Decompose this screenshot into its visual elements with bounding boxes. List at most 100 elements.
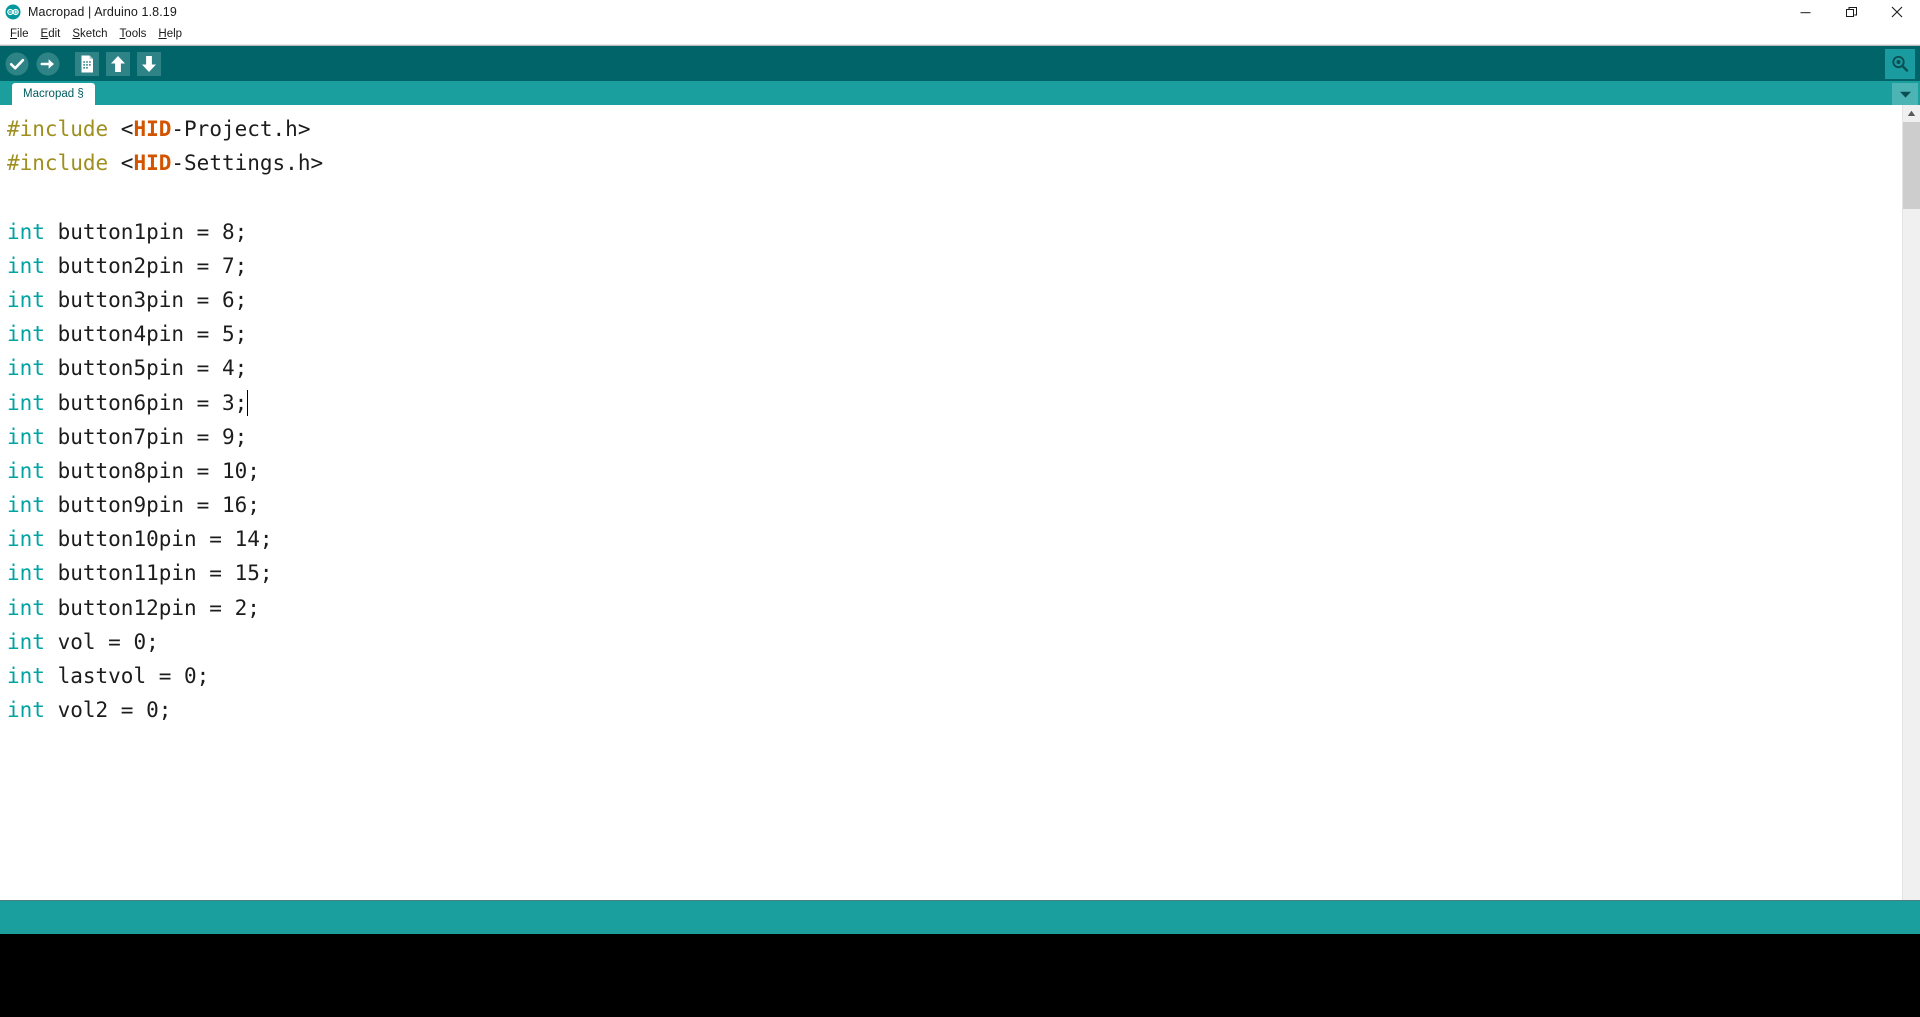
code-token: button9pin = 16; [44,493,260,518]
code-token: button8pin = 10; [44,458,260,483]
code-token: int [7,322,45,347]
code-line: int button4pin = 5; [7,317,1902,351]
verify-button[interactable] [3,50,31,78]
menu-item-edit[interactable]: Edit [35,25,67,44]
code-line: int button8pin = 10; [7,454,1902,488]
menu-tools-rest: ools [125,27,147,40]
scroll-track[interactable] [1903,122,1920,900]
arduino-ide-window: Macropad | Arduino 1.8.19 File Edit Sket… [0,0,1920,1017]
code-token: button5pin = 4; [44,356,248,381]
editor-area: #include <HID-Project.h> #include <HID-Se… [0,105,1920,900]
code-line: int button3pin = 6; [7,283,1902,317]
code-line: int lastvol = 0; [7,659,1902,693]
code-token: int [7,595,45,620]
code-token: HID [133,117,172,141]
window-controls [1782,0,1920,24]
upload-button[interactable] [34,50,62,78]
code-token: button2pin = 7; [44,253,248,278]
tab-menu-button[interactable] [1892,83,1918,105]
code-token: < [120,151,134,176]
serial-monitor-button[interactable] [1885,48,1915,79]
code-token: int [7,458,45,483]
text-cursor [247,389,249,416]
code-token: int [7,561,45,586]
code-token: button11pin = 15; [44,561,273,586]
status-bar [0,900,1920,934]
console-footer [0,997,1920,1017]
chevron-down-icon [1899,91,1911,98]
code-token: button7pin = 9; [44,424,248,449]
tab-macropad[interactable]: Macropad § [12,83,95,105]
scroll-thumb[interactable] [1903,122,1920,209]
tab-label: Macropad § [23,88,84,100]
code-token: int [7,287,45,312]
title-bar: Macropad | Arduino 1.8.19 [0,0,1920,24]
code-token: vol2 = 0; [44,698,172,723]
code-token: button12pin = 2; [44,595,260,620]
open-button[interactable] [104,50,132,78]
window-title: Macropad | Arduino 1.8.19 [28,5,177,19]
code-token: #include [7,117,121,141]
code-line: #include <HID-Project.h> [7,112,1902,146]
code-token: -Settings.h> [171,151,324,176]
code-line: int button6pin = 3; [7,386,1902,420]
code-line: int button12pin = 2; [7,591,1902,625]
code-token: vol = 0; [44,629,159,654]
code-token: button6pin = 3; [44,390,248,415]
code-line: int vol2 = 0; [7,693,1902,727]
close-button[interactable] [1874,0,1920,24]
scroll-up-button[interactable] [1903,105,1920,122]
console-output[interactable] [0,934,1920,997]
code-token: int [7,424,45,449]
code-editor[interactable]: #include <HID-Project.h> #include <HID-Se… [0,105,1902,900]
code-token: int [7,493,45,518]
new-document-icon [75,51,99,76]
code-token: -Project.h> [171,117,311,141]
code-token: button10pin = 14; [44,527,273,552]
code-line: int button7pin = 9; [7,420,1902,454]
menu-item-help[interactable]: Help [152,25,188,44]
toolbar [0,45,1920,81]
new-button[interactable] [73,50,101,78]
save-button[interactable] [135,50,163,78]
code-token: int [7,390,45,415]
code-line: int button10pin = 14; [7,522,1902,556]
menu-sketch-rest: ketch [80,27,108,40]
code-token: int [7,253,45,278]
menu-item-tools[interactable]: Tools [114,25,153,44]
menu-edit-rest: dit [48,27,61,40]
code-token: button1pin = 8; [44,219,248,244]
code-line: int button5pin = 4; [7,351,1902,385]
code-token: button4pin = 5; [44,322,248,347]
code-line: int button2pin = 7; [7,249,1902,283]
menu-item-sketch[interactable]: Sketch [66,25,113,44]
code-token: int [7,698,45,723]
menu-item-file[interactable]: File [4,25,35,44]
tab-bar: Macropad § [0,81,1920,105]
restore-button[interactable] [1828,0,1874,24]
code-line: int button11pin = 15; [7,556,1902,590]
code-token: int [7,356,45,381]
code-line: int button9pin = 16; [7,488,1902,522]
code-token: int [7,664,45,688]
code-line: int button1pin = 8; [7,215,1902,249]
magnifier-icon [1892,55,1909,72]
code-token: HID [133,151,172,176]
code-token: int [7,629,45,654]
code-text[interactable]: #include <HID-Project.h> #include <HID-Se… [0,112,1902,727]
arrow-down-icon [137,51,161,76]
code-token: < [120,117,134,141]
menu-file-rest: ile [17,27,29,40]
menu-file-mnemonic: F [10,27,18,40]
code-token: lastvol = 0; [44,664,210,688]
editor-vertical-scrollbar[interactable] [1902,105,1920,900]
menu-help-mnemonic: H [158,27,167,40]
code-token: #include [7,151,121,176]
menu-help-rest: elp [166,27,183,40]
minimize-button[interactable] [1782,0,1828,24]
code-line: #include <HID-Settings.h> [7,146,1902,180]
arduino-logo-icon [3,2,23,22]
code-token: int [7,219,45,244]
arrow-right-icon [36,52,60,75]
